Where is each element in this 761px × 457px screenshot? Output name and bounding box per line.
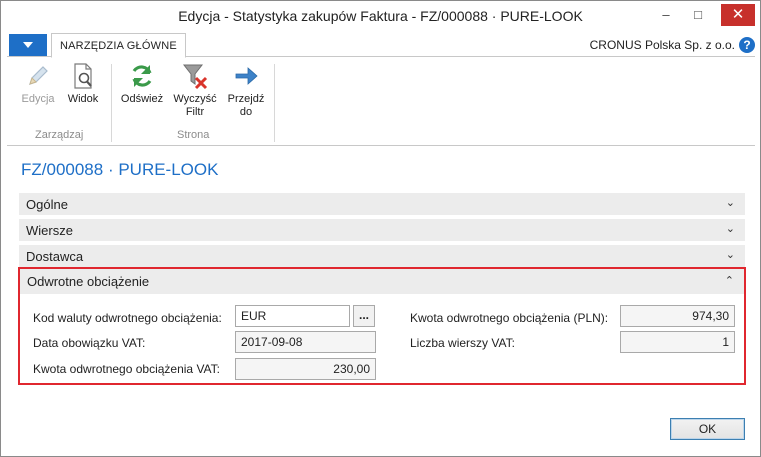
chevron-down-icon: ⌄ (725, 249, 735, 261)
chevron-up-icon: ⌃ (724, 275, 734, 287)
fasttab-vendor[interactable]: Dostawca ⌄ (19, 245, 745, 267)
currency-code-field[interactable]: EUR (235, 305, 350, 327)
tab-home[interactable]: NARZĘDZIA GŁÓWNE (51, 33, 186, 58)
vat-lines-count-label: Liczba wierszy VAT: (410, 336, 515, 350)
fasttab-lines-label: Wiersze (26, 223, 73, 238)
go-to-label-line2: do (239, 106, 253, 118)
ribbon-tab-bar: NARZĘDZIA GŁÓWNE CRONUS Polska Sp. z o.o… (7, 33, 755, 58)
ribbon-group-manage: Zarządzaj (35, 129, 84, 141)
title-bar: Edycja - Statystyka zakupów Faktura - FZ… (1, 1, 760, 31)
fasttab-reverse-charge-header[interactable]: Odwrotne obciążenie ⌃ (20, 269, 744, 294)
fasttab-general[interactable]: Ogólne ⌄ (19, 193, 745, 215)
maximize-button[interactable]: □ (687, 5, 709, 25)
edit-button-label: Edycja (21, 93, 55, 105)
dialog-window: Edycja - Statystyka zakupów Faktura - FZ… (0, 0, 761, 457)
arrow-right-icon (235, 67, 258, 85)
view-button[interactable]: Widok (62, 62, 104, 106)
application-menu-button[interactable] (9, 34, 47, 56)
refresh-button[interactable]: Odśwież (118, 62, 166, 106)
chevron-down-icon (23, 42, 33, 48)
fasttab-general-label: Ogólne (26, 197, 68, 212)
fasttab-reverse-charge-label: Odwrotne obciążenie (27, 274, 150, 289)
go-to-label-line1: Przejdź (227, 93, 265, 105)
vat-lines-count-field: 1 (620, 331, 735, 353)
ribbon-separator (274, 64, 275, 142)
amount-pln-label: Kwota odwrotnego obciążenia (PLN): (410, 311, 609, 325)
fasttab-vendor-label: Dostawca (26, 249, 84, 264)
fasttab-lines[interactable]: Wiersze ⌄ (19, 219, 745, 241)
window-title: Edycja - Statystyka zakupów Faktura - FZ… (178, 8, 583, 24)
close-button[interactable]: ✕ (721, 4, 755, 26)
refresh-button-label: Odśwież (120, 93, 164, 105)
pencil-icon (29, 66, 48, 85)
chevron-down-icon: ⌄ (725, 223, 735, 235)
clear-filter-label-line2: Filtr (185, 106, 205, 118)
vat-amount-label: Kwota odwrotnego obciążenia VAT: (33, 362, 221, 376)
refresh-icon (132, 65, 152, 87)
vat-amount-field: 230,00 (235, 358, 376, 380)
document-view-icon (74, 63, 92, 89)
page-title: FZ/000088 · PURE-LOOK (21, 160, 219, 179)
minimize-button[interactable]: – (655, 5, 677, 25)
ribbon-group-page: Strona (177, 129, 210, 141)
amount-pln-field: 974,30 (620, 305, 735, 327)
currency-code-lookup-button[interactable]: ... (353, 305, 375, 327)
help-icon[interactable]: ? (739, 37, 755, 53)
company-name: CRONUS Polska Sp. z o.o. (589, 38, 735, 52)
vat-date-field: 2017-09-08 (235, 331, 376, 353)
chevron-down-icon: ⌄ (725, 197, 735, 209)
clear-filter-icon (182, 64, 208, 90)
vat-date-label: Data obowiązku VAT: (33, 336, 146, 350)
currency-code-label: Kod waluty odwrotnego obciążenia: (33, 311, 222, 325)
ok-button[interactable]: OK (670, 418, 745, 440)
clear-filter-button[interactable]: Wyczyść Filtr (170, 62, 220, 119)
edit-button[interactable]: Edycja (17, 62, 59, 106)
ribbon: Edycja Widok Zarządzaj Odśwież Wyczyść F… (7, 58, 755, 146)
view-button-label: Widok (67, 93, 99, 105)
ribbon-separator (111, 64, 112, 142)
go-to-button[interactable]: Przejdź do (225, 62, 267, 119)
clear-filter-label-line1: Wyczyść (173, 93, 217, 105)
